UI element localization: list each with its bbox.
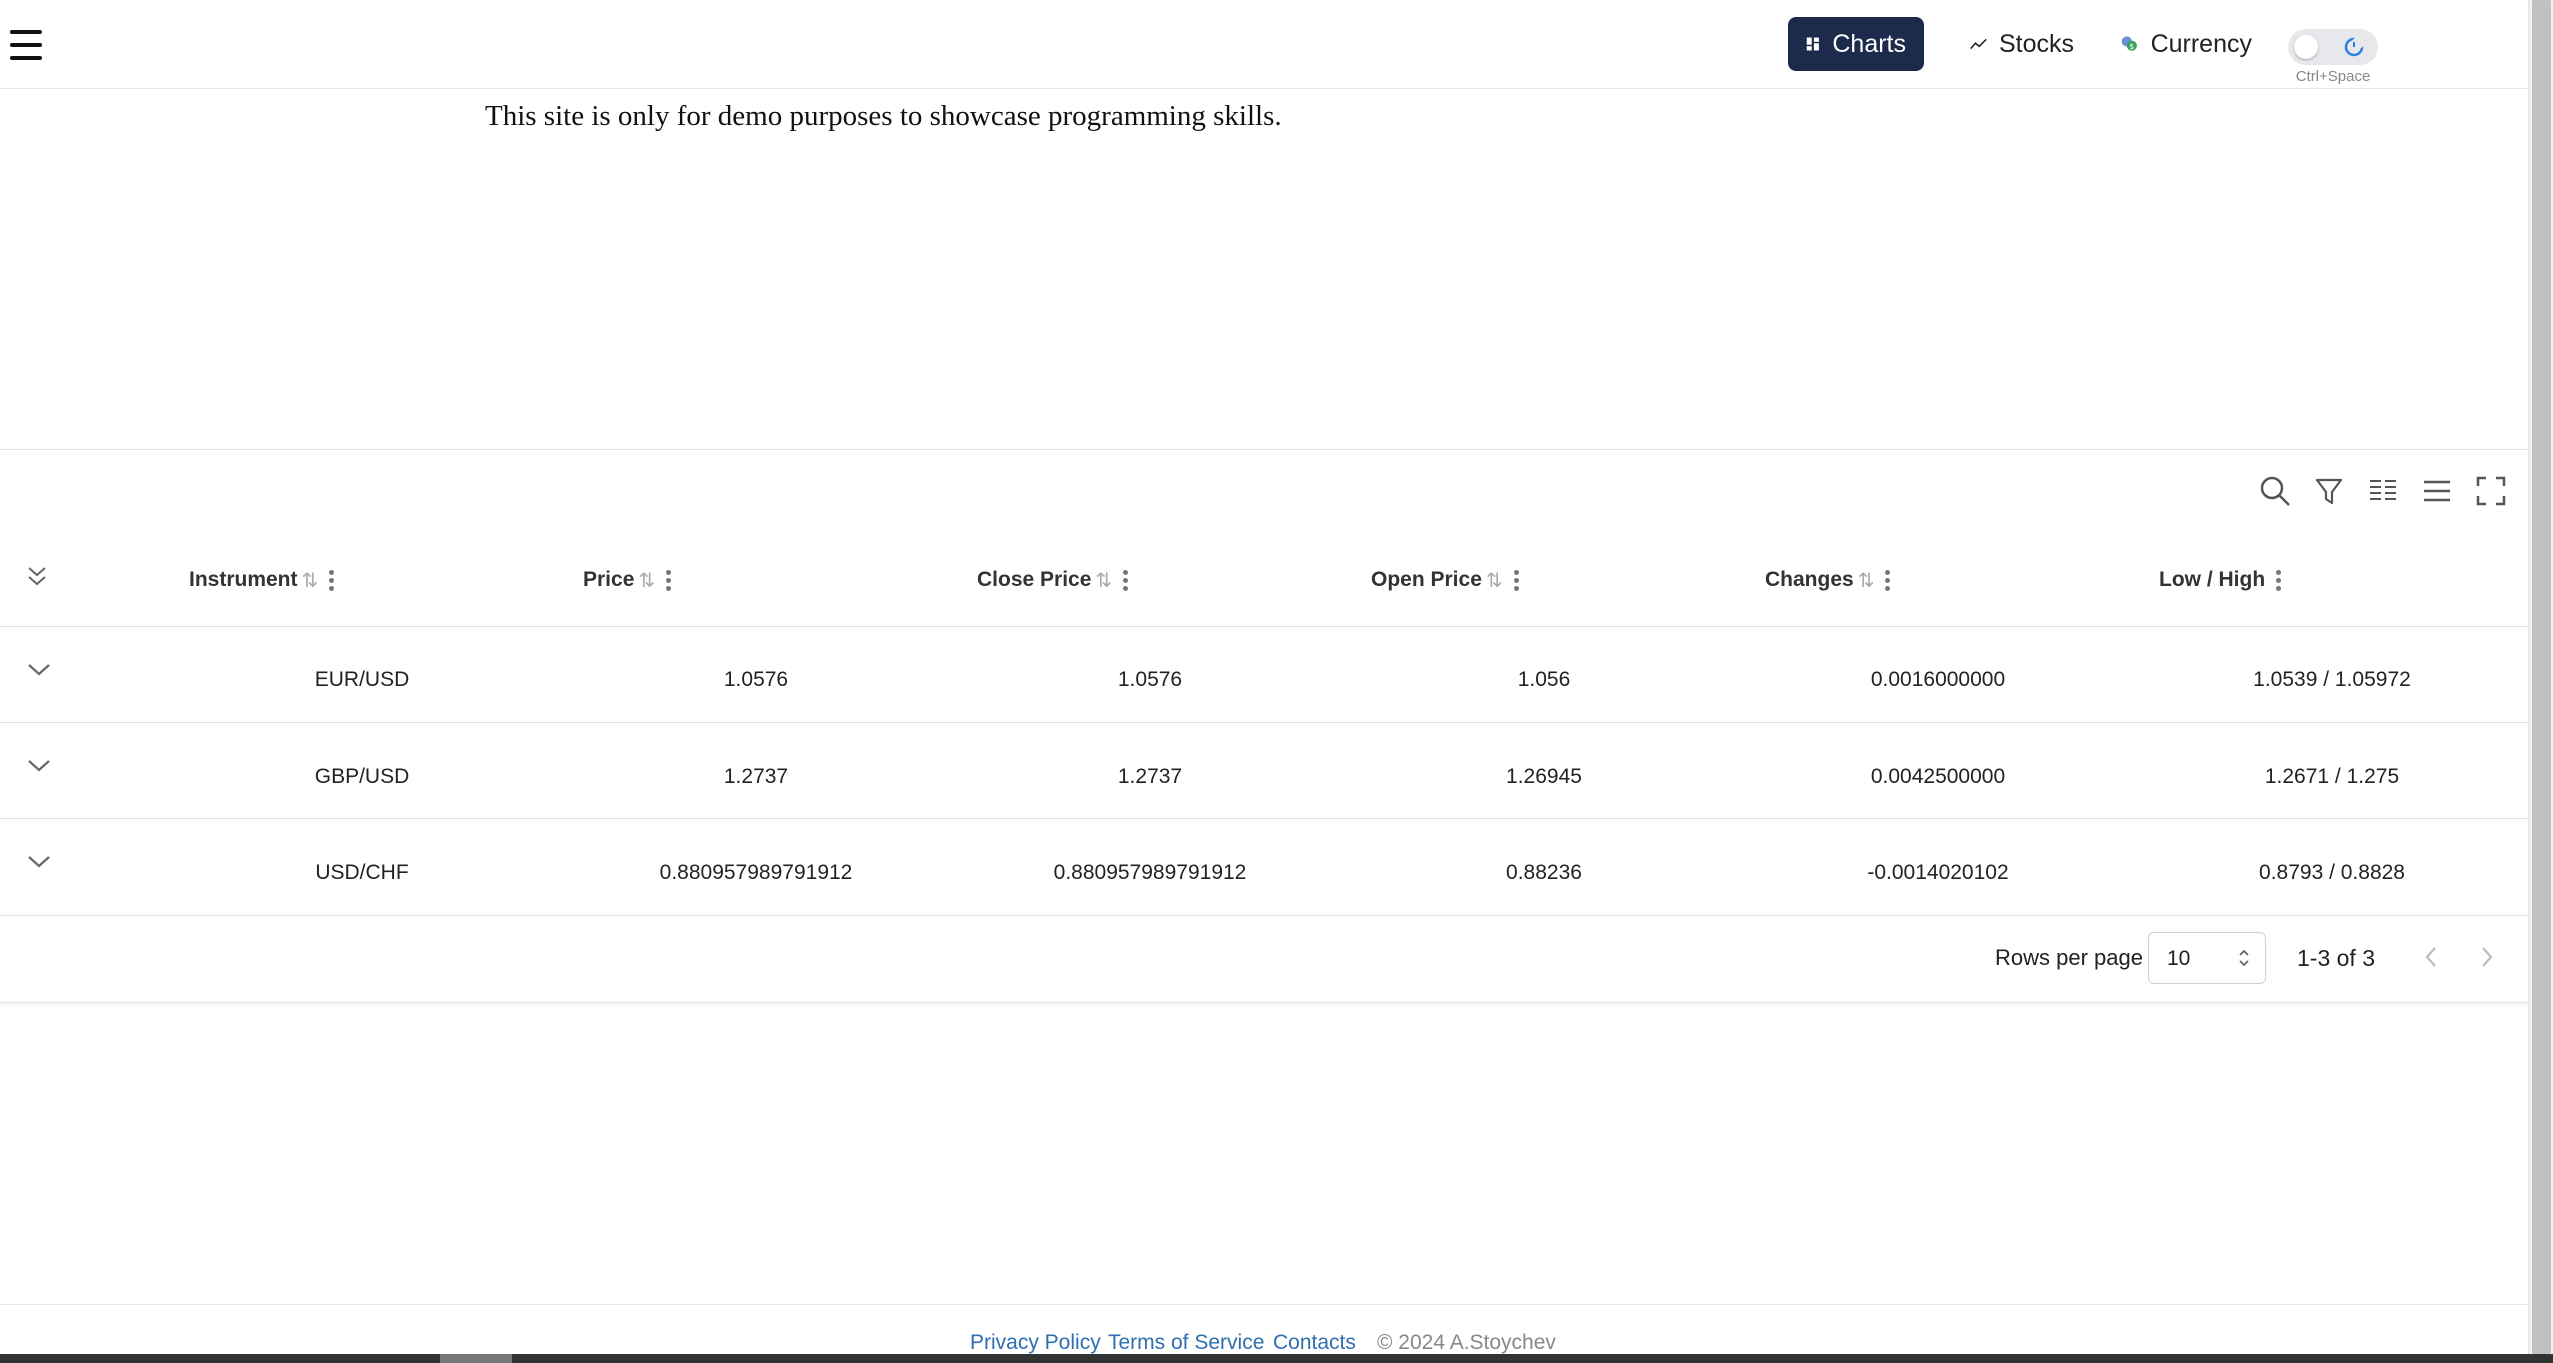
sort-icon[interactable]: ⇅ bbox=[1486, 568, 1503, 593]
column-header-low-high[interactable]: Low / High bbox=[2159, 560, 2282, 600]
sort-icon[interactable]: ⇅ bbox=[638, 568, 655, 593]
rows-per-page-label: Rows per page bbox=[1995, 945, 2143, 970]
density-icon[interactable] bbox=[2416, 470, 2458, 512]
sort-icon[interactable]: ⇅ bbox=[1858, 568, 1875, 593]
nav-charts-label: Charts bbox=[1832, 29, 1906, 58]
divider bbox=[0, 818, 2528, 819]
theme-toggle[interactable] bbox=[2288, 29, 2378, 65]
column-header-instrument[interactable]: Instrument ⇅ bbox=[189, 560, 335, 600]
rows-per-page-value: 10 bbox=[2167, 947, 2191, 970]
table-cell: EUR/USD bbox=[314, 668, 410, 691]
column-menu-icon[interactable] bbox=[1884, 568, 1891, 592]
top-navbar: Charts Stocks $ Currency Ctrl+Space bbox=[0, 0, 2528, 89]
column-label: Low / High bbox=[2159, 568, 2266, 591]
table-cell: 1.2671 / 1.275 bbox=[2264, 765, 2400, 788]
previous-page-icon[interactable] bbox=[2414, 940, 2448, 974]
dashboard-icon bbox=[1806, 37, 1819, 51]
column-header-open-price[interactable]: Open Price ⇅ bbox=[1371, 560, 1519, 600]
theme-shortcut-hint: Ctrl+Space bbox=[2295, 68, 2371, 85]
sort-icon[interactable]: ⇅ bbox=[302, 568, 319, 593]
nav-currency-label: Currency bbox=[2150, 29, 2252, 58]
table-cell: 1.0539 / 1.05972 bbox=[2253, 668, 2411, 691]
nav-stocks-button[interactable]: Stocks bbox=[1952, 17, 2092, 71]
column-label: Changes bbox=[1765, 568, 1854, 591]
search-icon[interactable] bbox=[2254, 470, 2296, 512]
select-arrows-icon bbox=[2239, 949, 2249, 967]
column-header-changes[interactable]: Changes ⇅ bbox=[1765, 560, 1891, 600]
column-menu-icon[interactable] bbox=[665, 568, 672, 592]
nav-stocks-label: Stocks bbox=[1998, 29, 2074, 58]
table-cell: 1.2737 bbox=[1117, 765, 1183, 788]
next-page-icon[interactable] bbox=[2470, 940, 2504, 974]
demo-notice: This site is only for demo purposes to s… bbox=[485, 100, 1282, 132]
horizontal-scrollbar-thumb[interactable] bbox=[440, 1354, 512, 1363]
table-cell: -0.0014020102 bbox=[1867, 861, 2009, 884]
table-cell: 0.8793 / 0.8828 bbox=[2259, 861, 2405, 884]
column-label: Close Price bbox=[977, 568, 1092, 591]
table-cell: 1.26945 bbox=[1506, 765, 1582, 788]
moon-icon bbox=[2344, 37, 2364, 57]
privacy-policy-link[interactable]: Privacy Policy bbox=[970, 1331, 1101, 1355]
column-label: Instrument bbox=[189, 568, 298, 591]
vertical-scrollbar-thumb[interactable] bbox=[2532, 0, 2551, 1354]
divider bbox=[0, 915, 2528, 916]
table-cell: 1.0576 bbox=[1117, 668, 1183, 691]
expand-row-chevron-icon[interactable] bbox=[24, 660, 54, 680]
filter-icon[interactable] bbox=[2308, 470, 2350, 512]
toggle-knob bbox=[2294, 35, 2318, 59]
table-cell: 1.0576 bbox=[723, 668, 789, 691]
column-header-close-price[interactable]: Close Price ⇅ bbox=[977, 560, 1129, 600]
menu-hamburger-icon[interactable] bbox=[10, 30, 42, 60]
column-menu-icon[interactable] bbox=[1122, 568, 1129, 592]
table-cell: 0.0042500000 bbox=[1870, 765, 2006, 788]
contacts-link[interactable]: Contacts bbox=[1273, 1331, 1356, 1355]
table-cell: 0.880957989791912 bbox=[659, 861, 853, 884]
column-label: Open Price bbox=[1371, 568, 1482, 591]
columns-icon[interactable] bbox=[2362, 470, 2404, 512]
expand-all-icon[interactable] bbox=[26, 564, 48, 593]
footer-divider bbox=[0, 1304, 2528, 1305]
column-menu-icon[interactable] bbox=[2275, 568, 2282, 592]
table-cell: 0.88236 bbox=[1506, 861, 1582, 884]
table-cell: 1.2737 bbox=[723, 765, 789, 788]
expand-row-chevron-icon[interactable] bbox=[24, 852, 54, 872]
copyright: © 2024 A.Stoychev bbox=[1377, 1331, 1556, 1354]
pagination-range: 1-3 of 3 bbox=[2297, 945, 2375, 971]
column-menu-icon[interactable] bbox=[1513, 568, 1519, 592]
horizontal-scrollbar[interactable] bbox=[0, 1354, 2553, 1363]
column-label: Price bbox=[583, 568, 635, 591]
sort-icon[interactable]: ⇅ bbox=[1095, 568, 1112, 593]
svg-text:$: $ bbox=[2129, 42, 2134, 51]
nav-currency-button[interactable]: $ Currency bbox=[2102, 17, 2270, 71]
table-cell: GBP/USD bbox=[314, 765, 410, 788]
column-menu-icon[interactable] bbox=[328, 568, 335, 592]
trend-line-icon bbox=[1970, 38, 1987, 50]
table-cell: 1.056 bbox=[1517, 668, 1571, 691]
divider bbox=[0, 722, 2528, 723]
table-cell: 0.0016000000 bbox=[1870, 668, 2006, 691]
nav-charts-button[interactable]: Charts bbox=[1788, 17, 1924, 71]
coins-icon: $ bbox=[2121, 36, 2137, 51]
expand-row-chevron-icon[interactable] bbox=[24, 756, 54, 776]
column-header-price[interactable]: Price ⇅ bbox=[583, 560, 672, 600]
rows-per-page-select[interactable]: 10 bbox=[2148, 932, 2266, 984]
table-cell: USD/CHF bbox=[315, 861, 409, 884]
table-cell: 0.880957989791912 bbox=[1053, 861, 1247, 884]
fullscreen-icon[interactable] bbox=[2470, 470, 2512, 512]
terms-of-service-link[interactable]: Terms of Service bbox=[1108, 1331, 1264, 1355]
currency-table: Instrument ⇅ Price ⇅ Close Price ⇅ Open … bbox=[0, 449, 2528, 1003]
divider bbox=[0, 626, 2528, 627]
vertical-scrollbar[interactable] bbox=[2528, 0, 2553, 1354]
